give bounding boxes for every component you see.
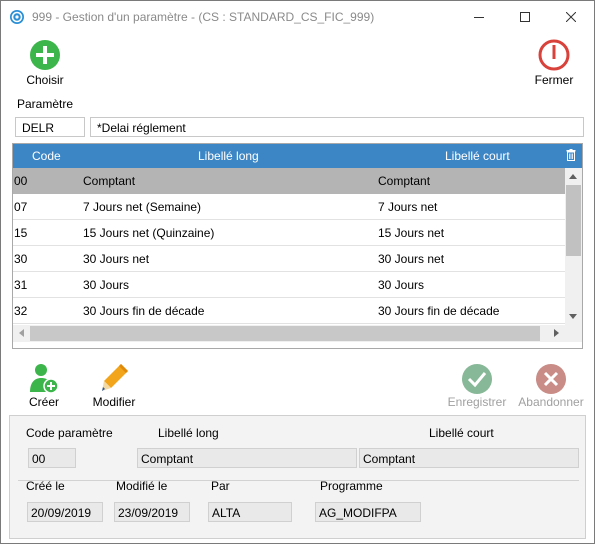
modify-button[interactable]: Modifier [89,362,139,409]
clear-filter-icon[interactable] [566,149,576,161]
long-label-label: Libellé long [158,426,219,440]
column-header-short-label[interactable]: Libellé court [445,149,510,163]
modified-label: Modifié le [116,479,168,493]
modified-by-field: ALTA [208,502,292,522]
horizontal-scroll-thumb[interactable] [30,326,540,341]
created-label: Créé le [26,479,65,493]
cell-short-label: Comptant [378,174,431,188]
cell-long-label: 30 Jours [83,278,130,292]
cell-code: 32 [14,304,28,318]
minimize-icon [474,16,484,18]
minimize-button[interactable] [456,1,502,32]
cancel-icon [536,364,566,394]
title-bar: 999 - Gestion d'un paramètre - (CS : STA… [1,1,594,32]
panel-divider [18,480,579,481]
window-title: 999 - Gestion d'un paramètre - (CS : STA… [32,10,375,24]
pencil-icon [102,364,128,391]
maximize-icon [520,11,530,22]
table-row[interactable]: 00 Comptant Comptant [13,168,565,194]
cell-code: 30 [14,252,28,266]
program-label: Programme [320,479,383,493]
cancel-label: Abandonner [518,395,584,409]
table-row[interactable]: 31 30 Jours 30 Jours [13,272,565,298]
vertical-scroll-thumb[interactable] [566,185,581,256]
modify-label: Modifier [92,395,136,409]
scroll-down-icon[interactable] [569,314,577,319]
program-field: AG_MODIFPA [315,502,421,522]
parameter-code-field[interactable]: DELR [15,117,85,137]
cell-long-label: 30 Jours net [83,252,150,266]
column-header-code[interactable]: Code [32,149,61,163]
check-icon [462,364,492,394]
close-label: Fermer [534,73,574,87]
add-icon [30,40,60,70]
maximize-button[interactable] [502,1,548,32]
cell-long-label: Comptant [83,174,136,188]
grid-header: Code Libellé long Libellé court [13,144,582,168]
parameter-label-field[interactable]: *Delai réglement [90,117,584,137]
table-row[interactable]: 30 30 Jours net 30 Jours net [13,246,565,272]
save-button[interactable]: Enregistrer [444,363,510,409]
choose-label: Choisir [26,73,64,87]
long-label-value-field: Comptant [137,448,357,468]
close-button[interactable]: Fermer [528,39,580,87]
parameter-grid: Code Libellé long Libellé court 00 Compt… [12,143,583,349]
cell-long-label: 30 Jours fin de décade [83,304,205,318]
table-row[interactable]: 07 7 Jours net (Semaine) 7 Jours net [13,194,565,220]
cell-code: 07 [14,200,28,214]
scroll-right-icon[interactable] [554,329,559,337]
horizontal-scrollbar[interactable] [13,325,565,342]
created-date-field: 20/09/2019 [27,502,103,522]
code-parameter-label: Code paramètre [26,426,113,440]
cell-short-label: 7 Jours net [378,200,438,214]
cell-code: 31 [14,278,28,292]
scrollbar-corner [565,325,582,342]
cell-short-label: 30 Jours net [378,252,445,266]
main-window: 999 - Gestion d'un paramètre - (CS : STA… [0,0,595,544]
power-icon [538,39,570,71]
cell-short-label: 15 Jours net [378,226,445,240]
column-header-long-label[interactable]: Libellé long [198,149,259,163]
choose-button[interactable]: Choisir [21,39,69,87]
by-label: Par [211,479,230,493]
scroll-left-icon[interactable] [19,329,24,337]
code-value-field: 00 [28,448,76,468]
table-row[interactable]: 32 30 Jours fin de décade 30 Jours fin d… [13,298,565,324]
cell-code: 00 [14,174,28,188]
add-user-icon [30,364,59,394]
grid-body: 00 Comptant Comptant 07 7 Jours net (Sem… [13,168,565,324]
create-label: Créer [28,395,59,409]
parameter-section-label: Paramètre [17,97,74,111]
table-row[interactable]: 15 15 Jours net (Quinzaine) 15 Jours net [13,220,565,246]
cell-short-label: 30 Jours [378,278,425,292]
save-label: Enregistrer [447,395,507,409]
create-button[interactable]: Créer [21,362,67,409]
scroll-up-icon[interactable] [569,174,577,179]
short-label-label: Libellé court [429,426,494,440]
short-label-value-field: Comptant [359,448,579,468]
modified-date-field: 23/09/2019 [114,502,190,522]
close-window-button[interactable] [548,1,594,32]
cancel-button[interactable]: Abandonner [515,363,587,409]
vertical-scrollbar[interactable] [565,168,582,325]
cell-long-label: 15 Jours net (Quinzaine) [83,226,215,240]
cell-code: 15 [14,226,28,240]
close-icon [566,11,576,22]
cell-short-label: 30 Jours fin de décade [378,304,500,318]
detail-panel: Code paramètre Libellé long Libellé cour… [9,415,586,539]
app-icon [10,10,24,24]
cell-long-label: 7 Jours net (Semaine) [83,200,202,214]
